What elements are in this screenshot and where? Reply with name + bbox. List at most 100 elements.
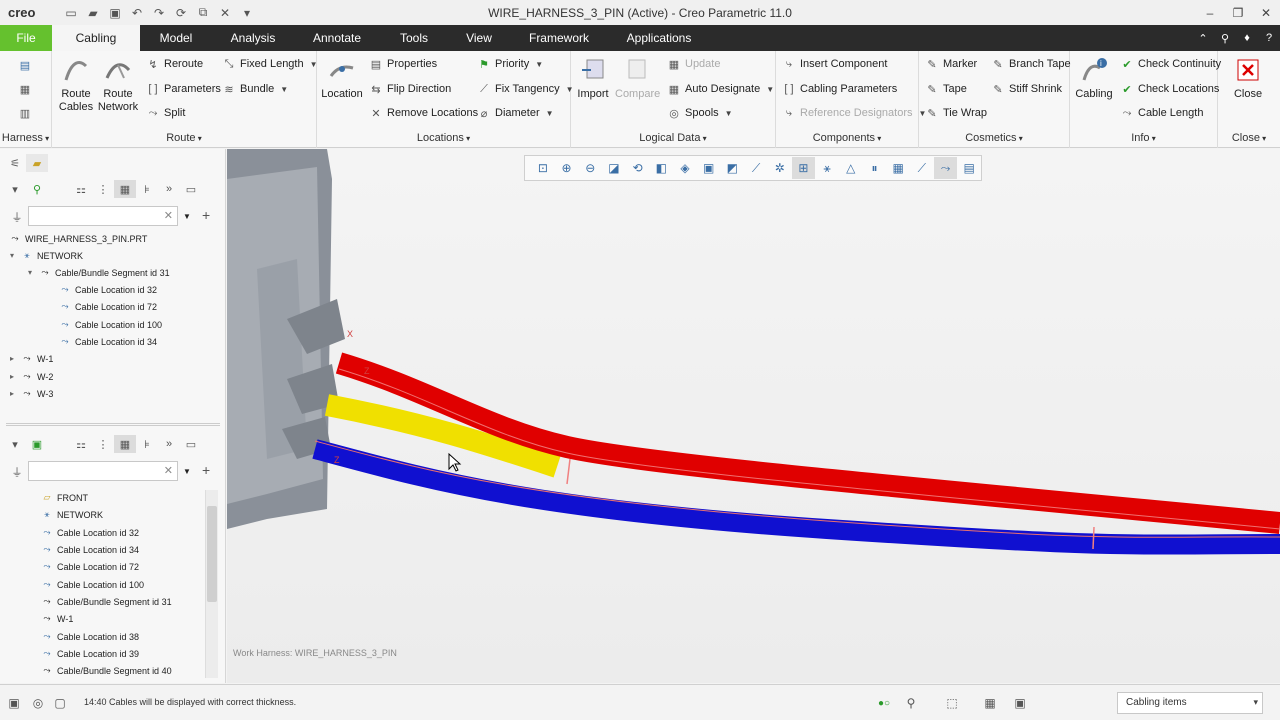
bottom-tree-filter-input[interactable]: ✕	[28, 461, 178, 481]
minimize-icon[interactable]: –	[1196, 0, 1224, 25]
remove-locations-button[interactable]: ✕ Remove Locations	[369, 103, 478, 123]
display-settings-icon[interactable]: ▤	[957, 157, 981, 179]
stiff-shrink-button[interactable]: ✎ Stiff Shrink	[991, 79, 1062, 99]
fullscreen-icon[interactable]: ▢	[50, 694, 70, 712]
tree-show-icon[interactable]: ⊧	[136, 435, 158, 453]
tree-node-location[interactable]: ⤳ Cable Location id 32	[58, 281, 157, 298]
tree-settings-icon[interactable]: ⚏	[70, 435, 92, 453]
filter-options-icon[interactable]: ▣	[1010, 694, 1030, 712]
learning-icon[interactable]: ♦	[1236, 25, 1258, 51]
network-display-icon[interactable]: ⚹	[815, 157, 839, 179]
pause-icon[interactable]: ⏸	[863, 157, 887, 179]
regenerate-icon[interactable]: ⟳	[170, 3, 192, 23]
zoom-in-icon[interactable]: ⊕	[555, 157, 579, 179]
close-icon[interactable]: ✕	[1252, 0, 1280, 25]
close-window-icon[interactable]: ✕	[214, 3, 236, 23]
properties-button[interactable]: ▤ Properties	[369, 54, 437, 74]
import-button[interactable]: Import	[575, 55, 611, 101]
tree-scrollbar[interactable]	[205, 490, 218, 678]
tab-model[interactable]: Model	[140, 25, 212, 51]
harness-icon-3[interactable]: ▥	[18, 103, 36, 123]
selection-filter-dropdown[interactable]: Cabling items	[1117, 692, 1263, 714]
expand-more-icon[interactable]: »	[158, 180, 180, 198]
datum-display-icon[interactable]: ✲	[768, 157, 792, 179]
panel-doc-icon[interactable]: ▭	[180, 180, 202, 198]
view-manager-icon[interactable]: ▣	[697, 157, 721, 179]
perspective-icon[interactable]: ◩	[721, 157, 745, 179]
tree-node-wire[interactable]: ▸ ⤳ W-1	[10, 350, 53, 367]
tab-cabling[interactable]: Cabling	[52, 25, 140, 51]
refit-icon[interactable]: ⊡	[531, 157, 555, 179]
collapse-icon[interactable]: ▾	[4, 435, 26, 453]
reorient-icon[interactable]: ⟲	[626, 157, 650, 179]
auto-designate-button[interactable]: ▦ Auto Designate ▼	[667, 79, 774, 99]
tape-button[interactable]: ✎ Tape	[925, 79, 966, 99]
redo-icon[interactable]: ↷	[148, 3, 170, 23]
tab-annotate[interactable]: Annotate	[294, 25, 380, 51]
list-item[interactable]: ⚹ NETWORK	[40, 506, 103, 523]
check-continuity-button[interactable]: ✔ Check Continuity	[1120, 54, 1221, 74]
fixed-length-button[interactable]: ⤡ Fixed Length ▼	[222, 54, 318, 74]
list-item[interactable]: ⤳ Cable/Bundle Segment id 40	[40, 662, 171, 679]
tree-node-segment[interactable]: ▾ ⤳ Cable/Bundle Segment id 31	[28, 264, 170, 281]
marker-button[interactable]: ✎ Marker	[925, 54, 977, 74]
priority-button[interactable]: ⚑ Priority ▼	[477, 54, 543, 74]
scrollbar-thumb[interactable]	[207, 506, 217, 602]
panel-splitter[interactable]	[6, 423, 220, 426]
cabling-parameters-button[interactable]: [ ] Cabling Parameters	[782, 79, 897, 99]
new-file-icon[interactable]: ▭	[60, 3, 82, 23]
expand-more-icon[interactable]: »	[158, 435, 180, 453]
tree-node-root[interactable]: ⤳ WIRE_HARNESS_3_PIN.PRT	[8, 230, 147, 247]
selection-box-icon[interactable]: ⬚	[942, 694, 962, 712]
tab-framework[interactable]: Framework	[510, 25, 608, 51]
curve-icon[interactable]: ⟋	[910, 157, 934, 179]
spools-button[interactable]: ◎ Spools ▼	[667, 103, 732, 123]
windows-icon[interactable]: ⧉	[192, 3, 214, 23]
fix-tangency-button[interactable]: ⟋ Fix Tangency ▼	[477, 79, 573, 99]
cable-display-icon[interactable]: ⊞	[791, 157, 816, 179]
close-button[interactable]: Close	[1226, 55, 1270, 101]
tree-columns-icon[interactable]: ⋮	[92, 180, 114, 198]
list-item[interactable]: ⤳ Cable Location id 39	[40, 645, 139, 662]
harness-tree-icon[interactable]: ⚲	[26, 180, 48, 198]
flip-direction-button[interactable]: ⇆ Flip Direction	[369, 79, 451, 99]
tree-node-network[interactable]: ▾ ⚹ NETWORK	[10, 247, 83, 264]
tree-filter-icon[interactable]: ▦	[114, 180, 136, 198]
add-icon[interactable]: +	[202, 460, 210, 480]
model-tree-tab-icon[interactable]: ⚟	[4, 154, 26, 172]
find-icon[interactable]: ⚲	[901, 694, 921, 712]
tab-file[interactable]: File	[0, 25, 52, 51]
zoom-out-icon[interactable]: ⊖	[578, 157, 602, 179]
filter-dropdown-icon[interactable]: ▼	[183, 461, 191, 481]
undo-icon[interactable]: ↶	[126, 3, 148, 23]
list-item[interactable]: ⤳ W-1	[40, 610, 73, 627]
help-icon[interactable]: ?	[1258, 25, 1280, 51]
customize-toolbar-icon[interactable]: ▾	[236, 3, 258, 23]
tie-wrap-button[interactable]: ✎ Tie Wrap	[925, 103, 987, 123]
clear-icon[interactable]: ✕	[164, 209, 173, 222]
list-item[interactable]: ⤳ Cable Location id 32	[40, 524, 139, 541]
list-item[interactable]: ▱ FRONT	[40, 489, 88, 506]
filter-dropdown-icon[interactable]: ▼	[183, 206, 191, 226]
navigator-toggle-icon[interactable]: ▣	[4, 694, 24, 712]
spin-center-icon[interactable]: ▦	[886, 157, 910, 179]
annotation-icon[interactable]: △	[839, 157, 863, 179]
tree-filter-icon[interactable]: ▦	[114, 435, 136, 453]
model-graphics[interactable]: X Z Z	[227, 149, 1280, 683]
tree-show-icon[interactable]: ⊧	[136, 180, 158, 198]
folder-tab-icon[interactable]: ▰	[26, 154, 48, 172]
insert-component-button[interactable]: ⤷ Insert Component	[782, 54, 888, 74]
section-icon[interactable]: ⟋	[744, 157, 768, 179]
save-icon[interactable]: ▣	[104, 3, 126, 23]
location-button[interactable]: Location	[321, 55, 363, 101]
add-icon[interactable]: +	[202, 205, 210, 225]
clear-icon[interactable]: ✕	[164, 464, 173, 477]
collapse-ribbon-icon[interactable]: ⌃	[1192, 25, 1214, 51]
list-item[interactable]: ⤳ Cable Location id 34	[40, 541, 139, 558]
list-item[interactable]: ⤳ Cable Location id 72	[40, 558, 139, 575]
browser-toggle-icon[interactable]: ◎	[28, 694, 48, 712]
open-file-icon[interactable]: ▰	[82, 3, 104, 23]
list-item[interactable]: ⤳ Cable Location id 38	[40, 628, 139, 645]
tab-view[interactable]: View	[448, 25, 510, 51]
tab-applications[interactable]: Applications	[608, 25, 710, 51]
